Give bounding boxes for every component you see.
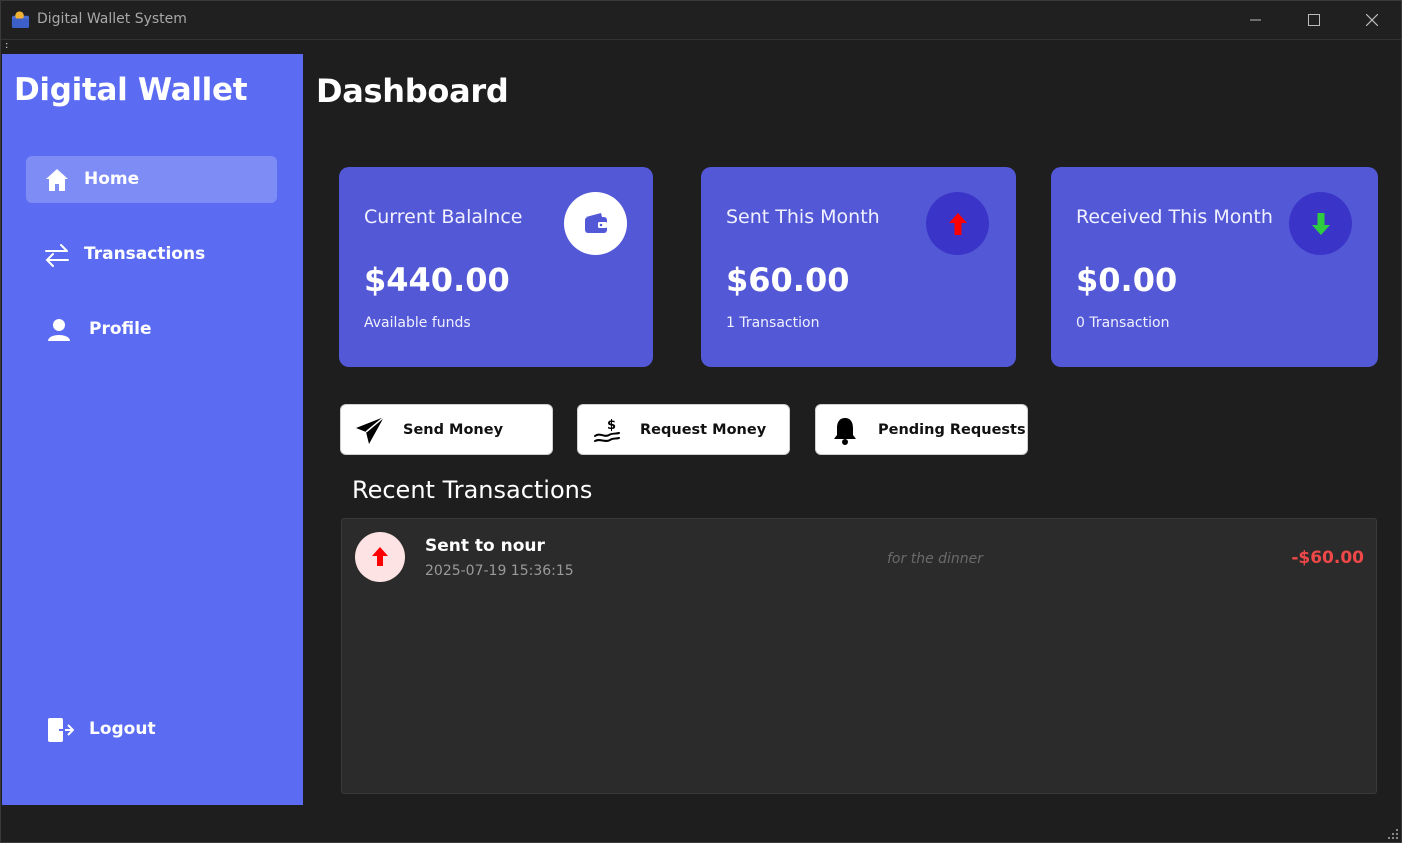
arrow-up-icon bbox=[372, 547, 388, 566]
card-title: Sent This Month bbox=[726, 206, 880, 228]
minimize-icon bbox=[1250, 19, 1261, 21]
transaction-row[interactable]: Sent to nour 2025-07-19 15:36:15 for the… bbox=[342, 519, 1376, 599]
card-value: $0.00 bbox=[1076, 261, 1178, 299]
transaction-note: for the dinner bbox=[887, 551, 984, 567]
transaction-date: 2025-07-19 15:36:15 bbox=[425, 563, 574, 579]
arrow-up-icon bbox=[948, 212, 967, 235]
logout-label: Logout bbox=[89, 719, 156, 739]
sent-card: Sent This Month $60.00 1 Transaction bbox=[701, 167, 1016, 367]
hand-dollar-icon: $ bbox=[594, 418, 620, 442]
card-subtitle: Available funds bbox=[364, 315, 471, 331]
logout-icon bbox=[48, 718, 74, 742]
paper-plane-icon bbox=[356, 416, 385, 444]
menu-glyph[interactable]: : bbox=[5, 40, 8, 52]
home-icon bbox=[46, 169, 68, 191]
page-title: Dashboard bbox=[316, 72, 509, 110]
card-badge bbox=[1289, 192, 1352, 255]
card-subtitle: 0 Transaction bbox=[1076, 315, 1170, 331]
action-label: Request Money bbox=[640, 422, 767, 438]
menu-strip: : bbox=[1, 39, 1401, 53]
received-card: Received This Month $0.00 0 Transaction bbox=[1051, 167, 1378, 367]
card-value: $440.00 bbox=[364, 261, 510, 299]
transaction-badge bbox=[355, 532, 405, 582]
arrow-down-icon bbox=[1311, 212, 1330, 235]
maximize-icon bbox=[1308, 14, 1320, 26]
card-title: Received This Month bbox=[1076, 206, 1273, 228]
transfer-arrows-icon bbox=[45, 244, 69, 267]
close-icon bbox=[1366, 14, 1378, 26]
card-value: $60.00 bbox=[726, 261, 850, 299]
resize-grip-icon[interactable] bbox=[1388, 829, 1398, 839]
user-icon bbox=[48, 319, 70, 341]
sidebar-item-label: Profile bbox=[89, 319, 152, 339]
transaction-amount: -$60.00 bbox=[1291, 548, 1364, 568]
title-bar[interactable]: Digital Wallet System bbox=[1, 1, 1401, 39]
minimize-button[interactable] bbox=[1227, 1, 1285, 39]
close-button[interactable] bbox=[1343, 1, 1401, 39]
svg-text:$: $ bbox=[607, 418, 616, 433]
sidebar: Digital Wallet Home Transactions Profile bbox=[2, 54, 303, 805]
card-badge bbox=[926, 192, 989, 255]
sidebar-item-transactions[interactable]: Transactions bbox=[26, 231, 277, 278]
card-subtitle: 1 Transaction bbox=[726, 315, 820, 331]
sidebar-item-label: Transactions bbox=[84, 244, 206, 264]
wallet-icon bbox=[584, 212, 607, 233]
brand-title: Digital Wallet bbox=[14, 72, 248, 108]
maximize-button[interactable] bbox=[1285, 1, 1343, 39]
action-label: Pending Requests bbox=[878, 422, 1026, 438]
card-title: Current Balalnce bbox=[364, 206, 523, 228]
window-title: Digital Wallet System bbox=[37, 11, 187, 27]
bell-icon bbox=[834, 418, 856, 445]
balance-card: Current Balalnce $440.00 Available funds bbox=[339, 167, 653, 367]
pending-requests-button[interactable]: Pending Requests bbox=[815, 404, 1028, 455]
app-window: Digital Wallet System : Digital Wallet H… bbox=[0, 0, 1402, 843]
request-money-button[interactable]: $ Request Money bbox=[577, 404, 790, 455]
logout-button[interactable]: Logout bbox=[26, 706, 277, 753]
wallet-app-icon bbox=[11, 11, 30, 29]
sidebar-item-label: Home bbox=[84, 169, 140, 189]
sidebar-item-home[interactable]: Home bbox=[26, 156, 277, 203]
send-money-button[interactable]: Send Money bbox=[340, 404, 553, 455]
action-label: Send Money bbox=[403, 422, 504, 438]
transactions-list[interactable]: Sent to nour 2025-07-19 15:36:15 for the… bbox=[341, 518, 1377, 794]
recent-transactions-title: Recent Transactions bbox=[352, 476, 593, 504]
card-badge bbox=[564, 192, 627, 255]
sidebar-item-profile[interactable]: Profile bbox=[26, 306, 277, 353]
transaction-title: Sent to nour bbox=[425, 536, 545, 556]
